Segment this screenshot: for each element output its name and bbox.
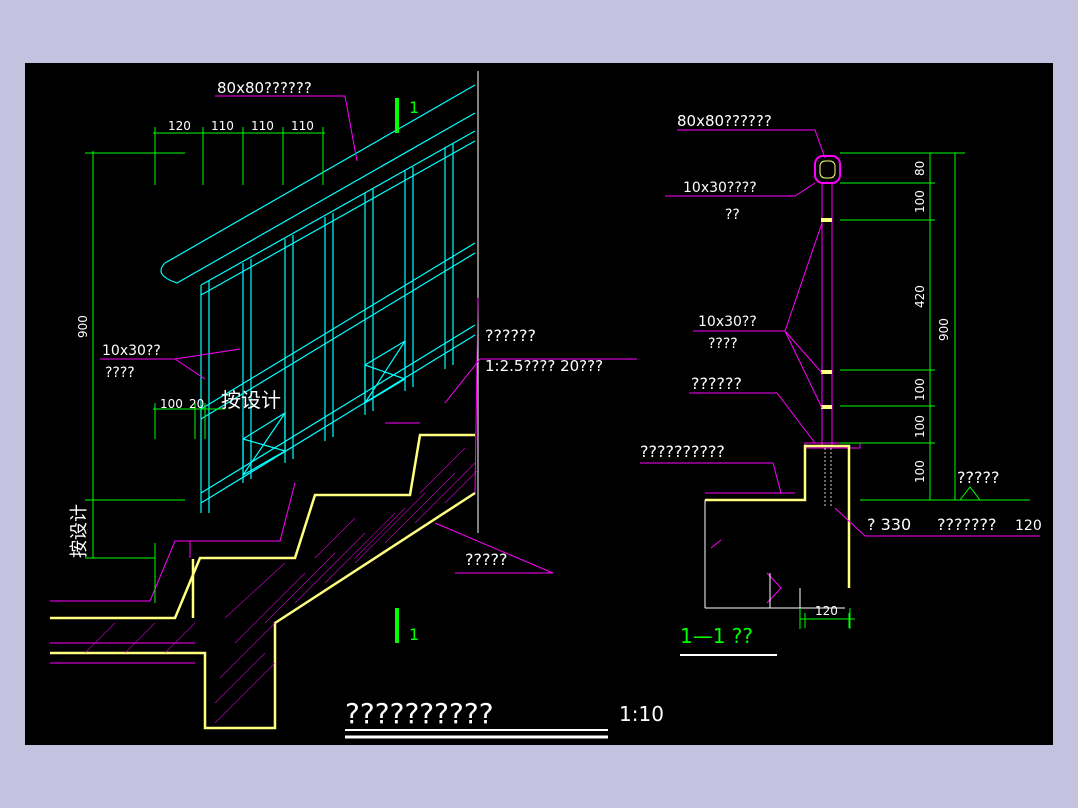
stair-outline — [50, 433, 476, 730]
handrail — [160, 84, 476, 513]
dim-top-1: 110 — [211, 119, 234, 133]
anchor — [824, 448, 832, 508]
bottom-dim: 120 — [815, 604, 838, 618]
flat-bars — [821, 218, 832, 409]
flat-bar-label-2: ?? — [725, 207, 740, 223]
dim-top-0: 120 — [168, 119, 191, 133]
handrail-label: 80x80?????? — [217, 79, 312, 97]
section-marks — [395, 98, 399, 643]
dim-right-900: 900 — [937, 318, 951, 341]
drawing-canvas: 80x80?????? 120 110 110 110 900 10x30?? … — [25, 63, 1053, 745]
drawing-scale: 1:10 — [619, 702, 664, 726]
section-finish-label: ?????? — [691, 374, 742, 393]
section-mark-top: 1 — [409, 98, 419, 117]
dim-right-100d: 100 — [913, 460, 927, 483]
flat-bar-label-1: 10x30???? — [683, 180, 757, 196]
waterproof-label: ?????????? — [640, 442, 725, 461]
drawing-title: ?????????? — [345, 697, 494, 730]
dim-bottom-left: 100 — [160, 397, 183, 411]
section-baluster-label-2: ???? — [708, 336, 738, 352]
leaders-left — [100, 95, 637, 574]
stair-hatch — [84, 447, 478, 724]
dim-right-100c: 100 — [913, 415, 927, 438]
floor-label: ????? — [957, 468, 999, 487]
section-1-1: 80x80?????? 10x30???? ?? 10x30?? ???? ??… — [640, 112, 1042, 656]
dim-top-2: 110 — [251, 119, 274, 133]
finish-label-1: ?????? — [485, 326, 536, 345]
anchor-value: 120 — [1015, 518, 1042, 534]
anchor-label-2: ??????? — [937, 515, 996, 534]
dim-right-100a: 100 — [913, 190, 927, 213]
drawing-title-block: ?????????? 1:10 — [345, 697, 664, 739]
section-baluster-label-1: 10x30?? — [698, 314, 757, 330]
curb-outline — [704, 500, 845, 609]
dim-right-80: 80 — [913, 161, 927, 176]
post — [705, 183, 861, 609]
baluster-label-1: 10x30?? — [102, 343, 161, 359]
handrail-core — [819, 160, 836, 179]
curb — [705, 444, 851, 588]
cad-drawing: 80x80?????? 120 110 110 110 900 10x30?? … — [50, 71, 1042, 739]
dim-right-420: 420 — [913, 285, 927, 308]
per-design-label-1: 按设计 — [221, 388, 281, 412]
dim-top-3: 110 — [291, 119, 314, 133]
section-mark-bottom: 1 — [409, 625, 419, 644]
dim-right-100b: 100 — [913, 378, 927, 401]
handrail-profile — [814, 155, 841, 184]
section-title: 1—1 ?? — [680, 624, 753, 648]
dim-900: 900 — [76, 315, 90, 338]
anchor-label-1: ? 330 — [867, 515, 911, 534]
per-design-label-2: 按设计 — [69, 504, 90, 558]
dim-bottom-right: 20 — [189, 397, 204, 411]
left-elevation: 80x80?????? 120 110 110 110 900 10x30?? … — [50, 71, 637, 730]
baluster-label-2: ???? — [105, 365, 135, 381]
finish-label-2: 1:2.5???? 20??? — [485, 357, 603, 375]
slab-label: ????? — [465, 550, 507, 569]
section-handrail-label: 80x80?????? — [677, 112, 772, 130]
